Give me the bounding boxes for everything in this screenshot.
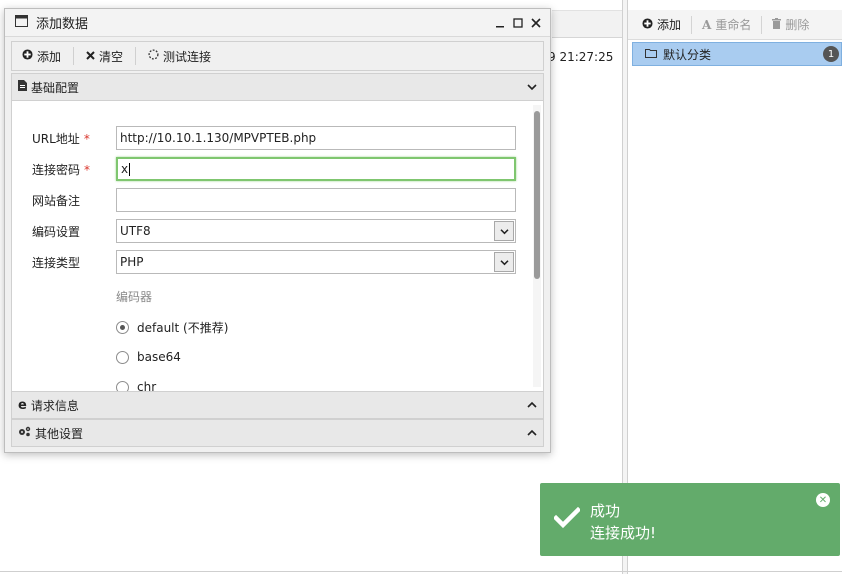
- category-toolbar: 添加 A 重命名 删除: [628, 10, 842, 40]
- type-select[interactable]: PHP: [116, 250, 516, 274]
- note-input[interactable]: [116, 188, 516, 212]
- spinner-icon: [148, 49, 159, 63]
- encoder-option-label: default (不推荐): [137, 320, 229, 335]
- password-row: 连接密码 * x: [32, 156, 522, 182]
- encoder-option-label: chr: [137, 380, 157, 391]
- plus-circle-icon: [22, 49, 33, 63]
- dialog-toolbar: 添加 清空 测试连接: [11, 41, 544, 71]
- plus-circle-icon: [642, 17, 653, 32]
- section-other-settings[interactable]: 其他设置: [11, 419, 544, 447]
- clear-button-label: 清空: [99, 49, 124, 64]
- dialog-titlebar[interactable]: 添加数据: [5, 9, 550, 37]
- close-icon[interactable]: [530, 16, 542, 30]
- chevron-up-icon: [527, 426, 537, 440]
- panel-scrollbar[interactable]: [533, 105, 541, 387]
- radio-button[interactable]: [116, 380, 129, 391]
- gears-icon: [18, 426, 31, 440]
- encoder-section-label: 编码器: [116, 290, 153, 304]
- clear-button[interactable]: 清空: [86, 47, 137, 65]
- rename-category-button[interactable]: A 重命名: [702, 15, 763, 34]
- maximize-icon[interactable]: [512, 16, 524, 30]
- note-row: 网站备注: [32, 187, 522, 213]
- checkmark-icon: [552, 506, 582, 532]
- toast-message: 连接成功!: [590, 524, 657, 542]
- dialog-title: 添加数据: [36, 17, 89, 32]
- success-toast: 成功 连接成功! ✕: [540, 483, 840, 556]
- delete-category-button[interactable]: 删除: [772, 16, 819, 34]
- password-input[interactable]: x: [116, 157, 516, 181]
- x-icon: [86, 49, 95, 63]
- url-row: URL地址 * http://10.10.1.130/MPVPTEB.php: [32, 125, 522, 151]
- password-label: 连接密码 *: [32, 162, 91, 177]
- main-toolbar-fragment: [552, 10, 622, 38]
- encoding-label: 编码设置: [32, 224, 81, 239]
- section-basic-label: 基础配置: [31, 80, 80, 95]
- chevron-down-icon[interactable]: [494, 221, 514, 241]
- add-button[interactable]: 添加: [22, 47, 75, 65]
- folder-icon: [645, 47, 657, 61]
- section-request-info[interactable]: e 请求信息: [11, 391, 544, 419]
- section-request-label: 请求信息: [30, 398, 79, 413]
- toast-title: 成功: [590, 502, 621, 520]
- test-connection-label: 测试连接: [163, 49, 212, 64]
- edge-icon: e: [18, 397, 27, 413]
- close-icon[interactable]: ✕: [816, 493, 830, 507]
- encoder-option-default[interactable]: default (不推荐): [116, 318, 228, 336]
- chevron-up-icon: [527, 398, 537, 412]
- window-icon: [15, 15, 28, 30]
- add-category-label: 添加: [657, 18, 682, 32]
- type-value: PHP: [120, 255, 144, 269]
- section-basic-config[interactable]: 基础配置: [11, 73, 544, 101]
- add-data-dialog: 添加数据 添加 清空 测试连接 基础配置 URL地址 * http://10.1…: [4, 8, 551, 453]
- basic-config-panel: URL地址 * http://10.10.1.130/MPVPTEB.php 连接…: [11, 101, 544, 391]
- window-controls: [494, 16, 550, 30]
- minimize-icon[interactable]: [494, 16, 506, 30]
- document-icon: [18, 80, 27, 94]
- rename-category-label: 重命名: [715, 18, 752, 32]
- url-input[interactable]: http://10.10.1.130/MPVPTEB.php: [116, 126, 516, 150]
- category-count-badge: 1: [823, 46, 839, 62]
- url-label: URL地址 *: [32, 131, 90, 146]
- type-label: 连接类型: [32, 255, 81, 270]
- scrollbar-thumb[interactable]: [534, 111, 540, 279]
- encoder-option-base64[interactable]: base64: [116, 348, 181, 366]
- type-row: 连接类型 PHP: [32, 249, 522, 275]
- note-label: 网站备注: [32, 193, 81, 208]
- font-icon: A: [702, 17, 712, 32]
- encoder-option-chr[interactable]: chr: [116, 378, 156, 391]
- chevron-down-icon[interactable]: [494, 252, 514, 272]
- encoder-option-label: base64: [137, 350, 181, 364]
- encoding-select[interactable]: UTF8: [116, 219, 516, 243]
- list-timestamp: 9 21:27:25: [548, 50, 614, 64]
- radio-button[interactable]: [116, 350, 129, 364]
- radio-button[interactable]: [116, 320, 129, 334]
- test-connection-button[interactable]: 测试连接: [148, 47, 223, 65]
- add-button-label: 添加: [37, 49, 62, 64]
- category-item-default[interactable]: 默认分类 1: [632, 42, 842, 66]
- bottom-border: [0, 571, 842, 572]
- chevron-down-icon: [527, 80, 537, 94]
- category-label: 默认分类: [663, 47, 712, 62]
- section-other-label: 其他设置: [35, 426, 84, 441]
- encoding-row: 编码设置 UTF8: [32, 218, 522, 244]
- trash-icon: [772, 17, 782, 32]
- add-category-button[interactable]: 添加: [642, 15, 693, 34]
- delete-category-label: 删除: [785, 18, 810, 32]
- encoding-value: UTF8: [120, 224, 151, 238]
